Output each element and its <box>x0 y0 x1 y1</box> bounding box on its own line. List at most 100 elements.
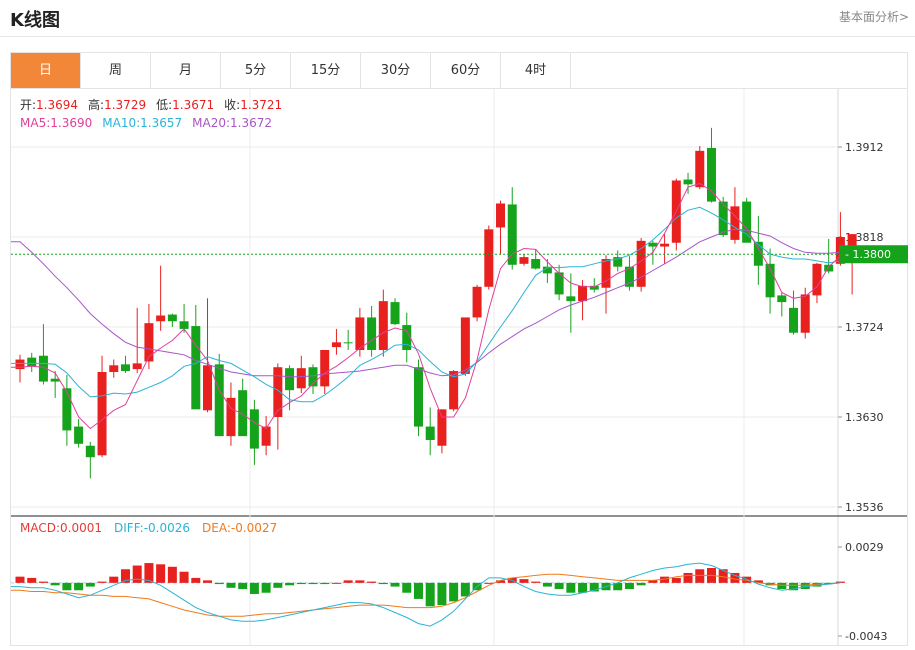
macd-readout: MACD:0.0001 <box>20 521 102 535</box>
ma20-line <box>11 228 841 378</box>
candle-down <box>648 242 658 247</box>
macd-bar-down <box>378 582 388 585</box>
candle-up <box>378 301 388 350</box>
macd-bar-down <box>238 582 248 590</box>
candle-down <box>74 426 84 444</box>
candle-up <box>812 263 822 296</box>
candle-down <box>62 388 72 431</box>
y-tick-label: 1.3630 <box>845 411 884 424</box>
candle-up <box>109 365 119 372</box>
macd-bar-down <box>402 582 412 593</box>
macd-bar-down <box>249 582 259 594</box>
candle-up <box>695 150 705 188</box>
macd-bar-up <box>38 581 48 583</box>
macd-bar-up <box>179 571 189 583</box>
current-price-label: - 1.3800 <box>845 248 891 261</box>
candle-up <box>355 317 365 350</box>
candle-down <box>390 302 400 325</box>
macd-bar-up <box>367 581 377 583</box>
macd-bar-down <box>285 582 295 586</box>
candle-down <box>706 147 716 202</box>
macd-bar-down <box>261 582 271 593</box>
candle-down <box>191 326 201 410</box>
candle-up <box>132 363 142 370</box>
candle-up <box>97 372 107 456</box>
candle-up <box>296 368 306 389</box>
candle-down <box>179 321 189 329</box>
macd-bar-up <box>671 577 681 583</box>
candle-down <box>777 295 787 303</box>
candle-up <box>273 367 283 417</box>
kline-chart[interactable]: 1.39121.38181.37241.36301.3536- 1.3800开:… <box>0 0 915 650</box>
candle-up <box>496 203 506 228</box>
macd-bar-down <box>390 582 400 587</box>
ohlc-readout: 高:1.3729 <box>88 97 146 112</box>
y-tick-label: 1.3912 <box>845 141 884 154</box>
candle-down <box>367 317 377 350</box>
candle-up <box>472 286 482 318</box>
macd-bar-down <box>273 582 283 588</box>
macd-bar-up <box>156 564 166 583</box>
candle-down <box>50 378 60 382</box>
macd-bar-up <box>97 581 107 583</box>
macd-bar-down <box>62 582 72 591</box>
macd-bar-up <box>519 579 529 583</box>
candle-down <box>789 307 799 333</box>
candle-up <box>437 409 447 446</box>
candle-down <box>507 204 517 265</box>
macd-bar-down <box>308 582 318 585</box>
macd-bar-up <box>109 576 119 583</box>
candle-down <box>167 314 177 322</box>
macd-bar-up <box>331 582 341 584</box>
macd-bar-down <box>437 582 447 606</box>
candle-down <box>249 409 259 449</box>
ohlc-readout: 开:1.3694 <box>20 98 78 112</box>
ma10-line <box>11 206 841 403</box>
macd-bar-down <box>85 582 95 587</box>
macd-bar-down <box>566 582 576 593</box>
candle-up <box>660 243 670 247</box>
candle-up <box>320 349 330 387</box>
candle-down <box>425 426 435 440</box>
macd-bar-down <box>460 582 470 597</box>
candle-down <box>824 264 834 272</box>
macd-bar-down <box>74 582 84 591</box>
macd-bar-down <box>624 582 634 590</box>
ma-readout: MA10:1.3657 <box>102 116 182 130</box>
macd-bar-down <box>777 582 787 590</box>
ma5-line <box>11 182 841 430</box>
macd-bar-up <box>355 580 365 583</box>
macd-readout: DIFF:-0.0026 <box>114 521 190 535</box>
candle-up <box>331 342 341 348</box>
macd-bar-up <box>27 577 37 583</box>
macd-bar-down <box>554 582 564 590</box>
y-tick-label: 1.3536 <box>845 501 884 514</box>
candle-up <box>601 259 611 288</box>
macd-bar-down <box>320 582 330 585</box>
macd-bar-down <box>636 582 646 586</box>
candle-down <box>238 390 248 437</box>
y-tick-label: 1.3724 <box>845 321 884 334</box>
candle-down <box>531 259 541 269</box>
macd-bar-up <box>695 569 705 583</box>
macd-readout: DEA:-0.0027 <box>202 521 277 535</box>
candle-down <box>413 367 423 427</box>
candle-down <box>285 368 295 391</box>
candle-up <box>519 257 529 264</box>
candle-down <box>27 357 37 367</box>
candle-up <box>203 365 213 411</box>
macd-bar-up <box>683 572 693 583</box>
macd-bar-down <box>425 582 435 607</box>
macd-bar-down <box>296 582 306 585</box>
macd-bar-up <box>531 581 541 583</box>
macd-bar-up <box>15 576 25 583</box>
ohlc-readout: 收:1.3721 <box>224 98 282 112</box>
macd-tick-label: -0.0043 <box>845 630 887 643</box>
macd-bar-down <box>449 582 459 602</box>
candle-up <box>460 317 470 374</box>
macd-bar-down <box>413 582 423 599</box>
macd-bar-down <box>226 582 236 588</box>
candle-down <box>120 364 130 372</box>
macd-bar-down <box>50 582 60 586</box>
macd-bar-up <box>343 580 353 583</box>
